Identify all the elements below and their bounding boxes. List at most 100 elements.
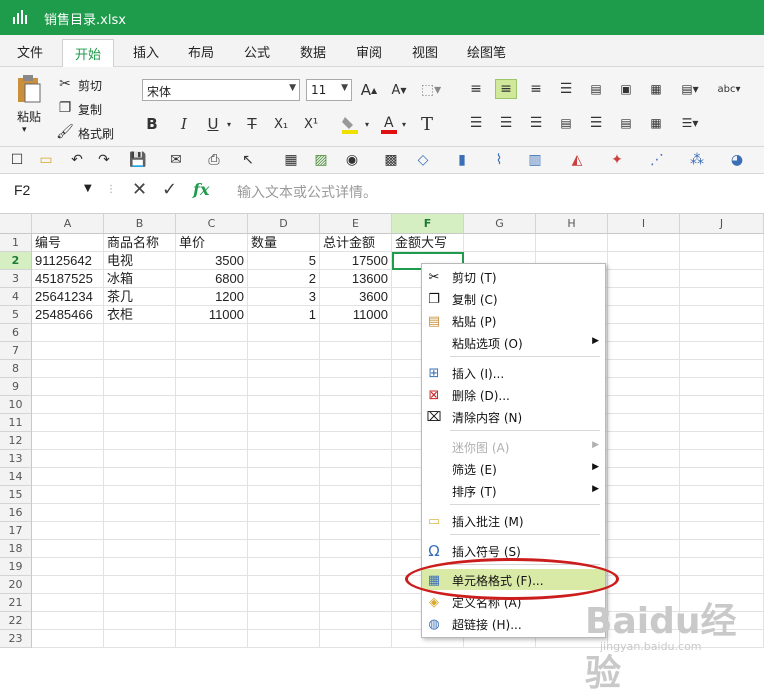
strikethrough-button[interactable]: T bbox=[244, 115, 260, 133]
column-header-h[interactable]: H bbox=[536, 214, 608, 234]
table-cell[interactable] bbox=[32, 594, 104, 612]
row-header[interactable]: 1 bbox=[0, 234, 32, 252]
table-cell[interactable] bbox=[32, 378, 104, 396]
table-cell[interactable] bbox=[320, 414, 392, 432]
table-cell[interactable]: 17500 bbox=[320, 252, 392, 270]
row-header[interactable]: 6 bbox=[0, 324, 32, 342]
table-cell[interactable]: 编号 bbox=[32, 234, 104, 252]
bar-chart-icon[interactable]: ▥ bbox=[524, 152, 546, 168]
align-right-icon[interactable]: ☰ bbox=[527, 115, 545, 131]
table-cell[interactable]: 商品名称 bbox=[104, 234, 176, 252]
table-cell[interactable] bbox=[32, 504, 104, 522]
table-cell[interactable] bbox=[680, 342, 764, 360]
tab-formulas[interactable]: 公式 bbox=[244, 42, 270, 61]
font-size-select[interactable]: 11 ▼ bbox=[306, 79, 352, 101]
line-chart-icon[interactable]: ⌇ bbox=[490, 152, 508, 168]
row-header[interactable]: 14 bbox=[0, 468, 32, 486]
table-cell[interactable] bbox=[104, 612, 176, 630]
table-cell[interactable] bbox=[320, 432, 392, 450]
new-file-icon[interactable]: ☐ bbox=[9, 152, 25, 168]
superscript-button[interactable]: X¹ bbox=[301, 115, 321, 133]
align-left-icon[interactable]: ☰ bbox=[467, 115, 485, 131]
table-cell[interactable] bbox=[248, 378, 320, 396]
justify-icon[interactable]: ☰ bbox=[557, 81, 575, 97]
table-cell[interactable] bbox=[32, 396, 104, 414]
table-cell[interactable]: 1 bbox=[248, 306, 320, 324]
table-cell[interactable] bbox=[608, 504, 680, 522]
shapes-icon[interactable]: ◇ bbox=[412, 152, 434, 168]
align-center-icon[interactable]: ☰ bbox=[497, 115, 515, 131]
table-cell[interactable] bbox=[536, 234, 608, 252]
table-cell[interactable] bbox=[32, 414, 104, 432]
italic-button[interactable]: I bbox=[176, 115, 192, 133]
shrink-font-icon[interactable]: A ▼ bbox=[390, 81, 408, 99]
table-cell[interactable] bbox=[680, 432, 764, 450]
row-header[interactable]: 3 bbox=[0, 270, 32, 288]
table-cell[interactable] bbox=[608, 468, 680, 486]
table-cell[interactable] bbox=[32, 540, 104, 558]
table-cell[interactable] bbox=[680, 288, 764, 306]
table-cell[interactable] bbox=[248, 468, 320, 486]
menu-item-clear-contents[interactable]: ⌧ 清除内容 (N) bbox=[422, 406, 605, 427]
row-header[interactable]: 21 bbox=[0, 594, 32, 612]
table-cell[interactable] bbox=[32, 630, 104, 648]
table-cell[interactable] bbox=[680, 396, 764, 414]
table-cell[interactable] bbox=[320, 576, 392, 594]
table-cell[interactable] bbox=[320, 540, 392, 558]
tab-layout[interactable]: 布局 bbox=[188, 42, 214, 61]
table-cell[interactable] bbox=[680, 270, 764, 288]
table-cell[interactable] bbox=[320, 612, 392, 630]
table-cell[interactable] bbox=[176, 522, 248, 540]
row-header[interactable]: 8 bbox=[0, 360, 32, 378]
table-cell[interactable] bbox=[176, 486, 248, 504]
table-cell[interactable] bbox=[104, 468, 176, 486]
column-header-a[interactable]: A bbox=[32, 214, 104, 234]
row-header[interactable]: 19 bbox=[0, 558, 32, 576]
camera-icon[interactable]: ◉ bbox=[342, 152, 362, 168]
column-header-d[interactable]: D bbox=[248, 214, 320, 234]
insert-function-button[interactable]: fx bbox=[193, 180, 209, 199]
wrap-text-icon[interactable]: abc▾ bbox=[712, 79, 746, 99]
table-cell[interactable] bbox=[608, 378, 680, 396]
distribute-icon[interactable]: ▤ bbox=[557, 115, 575, 131]
table-cell[interactable]: 91125642 bbox=[32, 252, 104, 270]
menu-item-paste[interactable]: ▤ 粘贴 (P) bbox=[422, 310, 605, 331]
menu-item-sort[interactable]: 排序 (T) ▶ bbox=[422, 480, 605, 501]
table-cell[interactable] bbox=[320, 360, 392, 378]
drag-handle-icon[interactable]: ⋮ bbox=[106, 184, 116, 195]
table-cell[interactable] bbox=[680, 414, 764, 432]
table-cell[interactable] bbox=[32, 468, 104, 486]
table-cell[interactable] bbox=[320, 396, 392, 414]
select-all-corner[interactable] bbox=[0, 214, 32, 234]
menu-item-copy[interactable]: ❐ 复制 (C) bbox=[422, 288, 605, 309]
table-cell[interactable]: 5 bbox=[248, 252, 320, 270]
table-cell[interactable] bbox=[176, 540, 248, 558]
tab-file[interactable]: 文件 bbox=[17, 42, 43, 61]
stock-chart-icon[interactable]: ⋰ bbox=[646, 152, 668, 168]
table-cell[interactable]: 11000 bbox=[176, 306, 248, 324]
row-header[interactable]: 9 bbox=[0, 378, 32, 396]
table-cell[interactable] bbox=[176, 450, 248, 468]
table-cell[interactable] bbox=[248, 504, 320, 522]
row-header[interactable]: 2 bbox=[0, 252, 32, 270]
table-cell[interactable]: 金额大写 bbox=[392, 234, 464, 252]
chevron-down-icon[interactable]: ▼ bbox=[84, 183, 92, 194]
row-header[interactable]: 17 bbox=[0, 522, 32, 540]
cell-style-icon[interactable]: ☰▾ bbox=[677, 115, 703, 131]
table-cell[interactable] bbox=[104, 360, 176, 378]
table-cell[interactable] bbox=[176, 360, 248, 378]
column-header-e[interactable]: E bbox=[320, 214, 392, 234]
table-cell[interactable]: 1200 bbox=[176, 288, 248, 306]
table-cell[interactable] bbox=[680, 360, 764, 378]
table-cell[interactable] bbox=[248, 630, 320, 648]
paste-button[interactable]: 粘贴 bbox=[17, 108, 41, 125]
menu-item-cut[interactable]: ✂ 剪切 (T) bbox=[422, 266, 605, 287]
table-cell[interactable] bbox=[320, 486, 392, 504]
redo-icon[interactable]: ↷ bbox=[96, 152, 112, 168]
format-painter-button[interactable]: 格式刷 bbox=[78, 125, 114, 142]
table-cell[interactable] bbox=[176, 576, 248, 594]
chevron-down-icon[interactable]: ▾ bbox=[224, 117, 234, 131]
subscript-button[interactable]: X₁ bbox=[271, 115, 291, 133]
print-icon[interactable]: ⎙ bbox=[205, 152, 223, 168]
table-cell[interactable] bbox=[248, 522, 320, 540]
